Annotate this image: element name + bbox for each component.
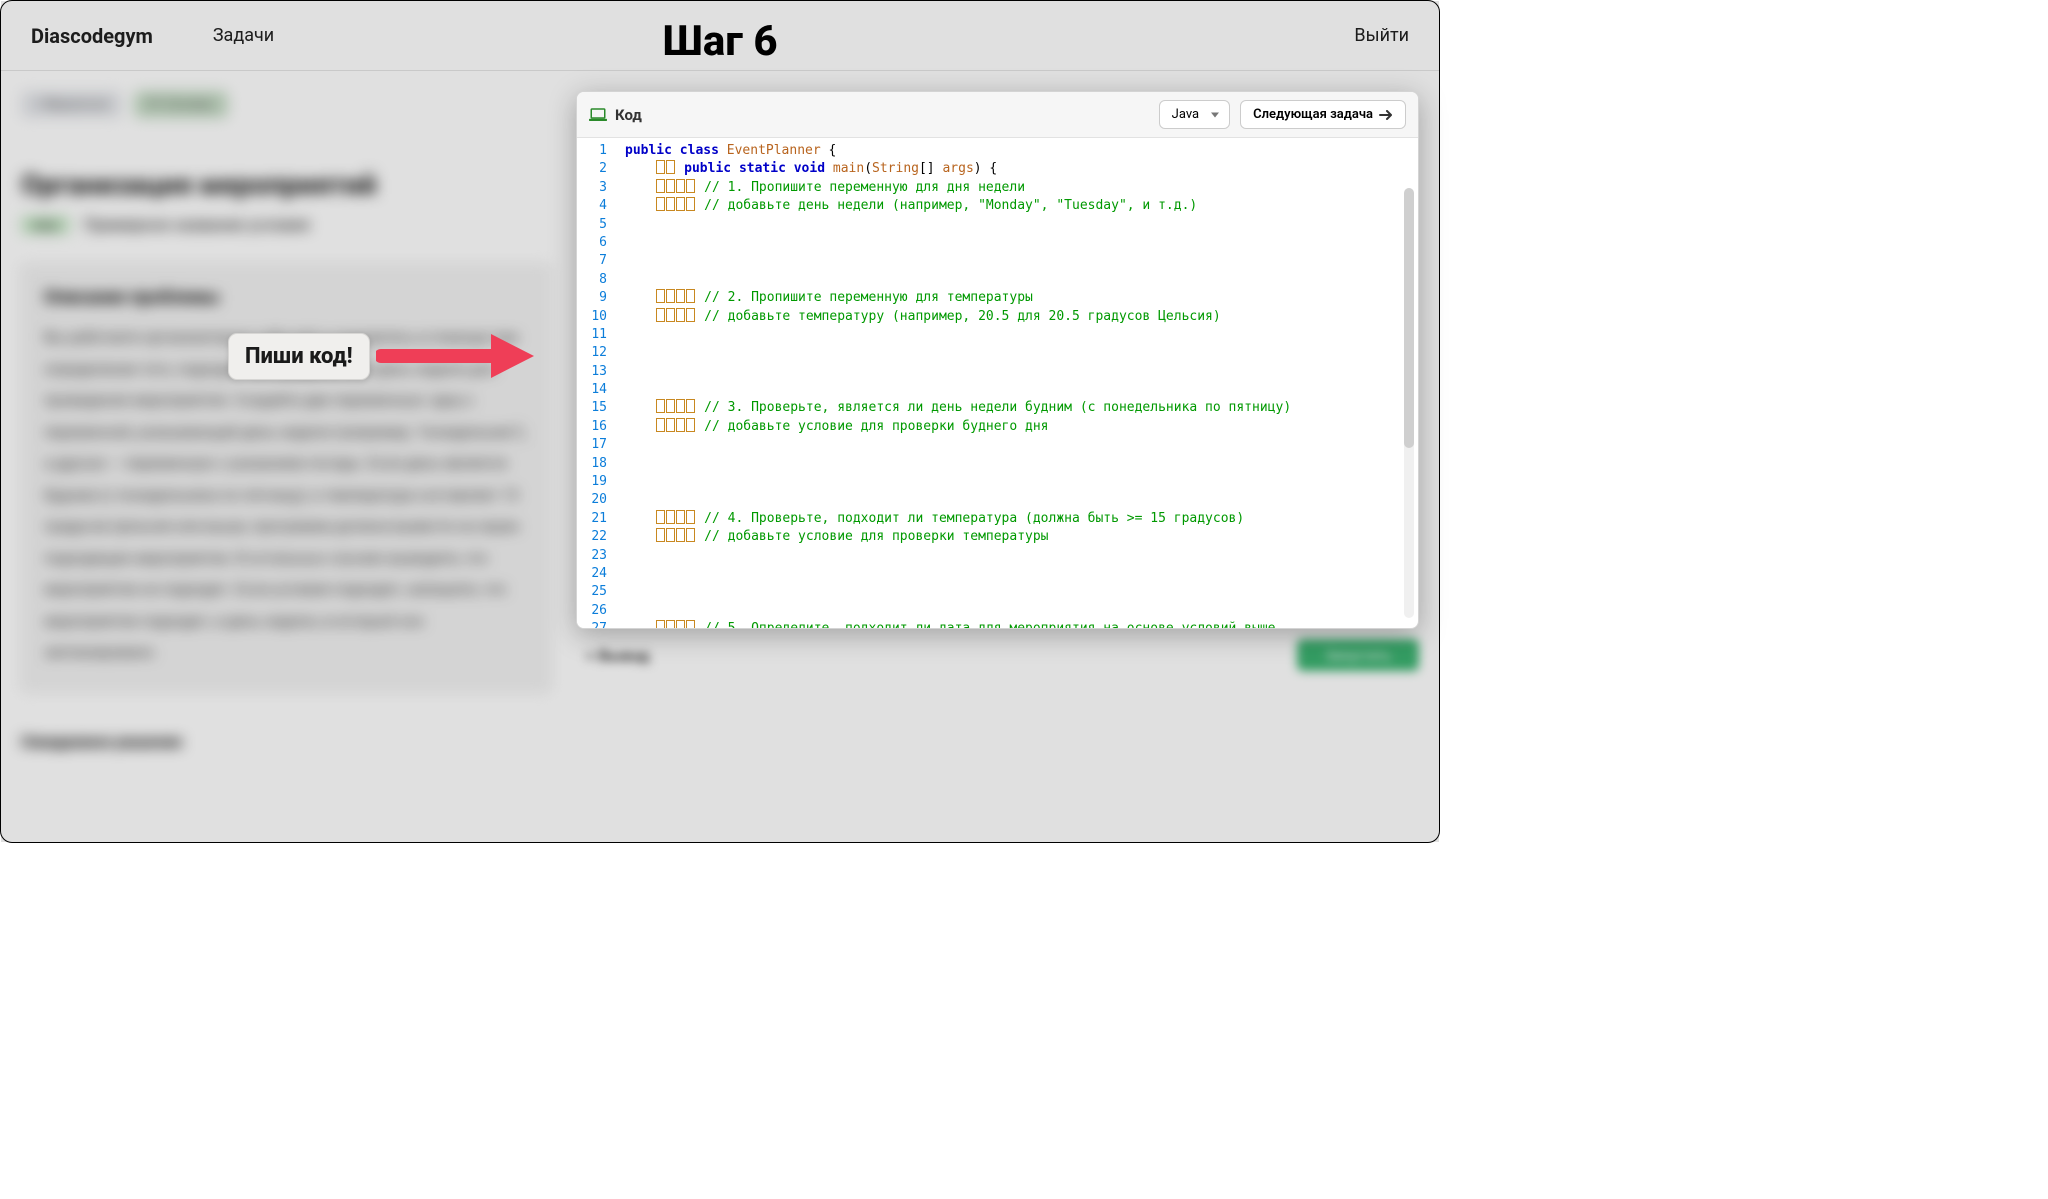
brand: Diascodegym — [31, 24, 153, 48]
laptop-icon — [589, 108, 607, 122]
expected-heading: Ожидаемое решение — [21, 732, 551, 751]
problem-subtitle: Примерное название условия — [84, 215, 310, 234]
code-lines[interactable]: public class EventPlanner { public stati… — [617, 138, 1418, 628]
nav-tasks-link[interactable]: Задачи — [213, 25, 274, 46]
next-task-button[interactable]: Следующая задача — [1240, 100, 1406, 129]
problem-panel: < Вернуться 01 Основы Организация меропр… — [1, 71, 571, 842]
code-header: Код Java Следующая задача — [577, 92, 1418, 138]
language-value: Java — [1172, 107, 1199, 122]
step-title: Шаг 6 — [662, 17, 777, 66]
tutorial-callout: Пиши код! — [228, 326, 541, 386]
code-editor[interactable]: 1234567891011121314151617181920212223242… — [577, 138, 1418, 628]
logout-link[interactable]: Выйти — [1354, 25, 1409, 46]
breadcrumb-section[interactable]: 01 Основы — [134, 91, 228, 118]
description-heading: Описание проблемы — [44, 287, 528, 308]
output-label: > Вывод — [586, 646, 649, 665]
code-panel-label: Код — [615, 106, 642, 124]
run-button[interactable]: Запустить — [1297, 639, 1419, 671]
next-task-label: Следующая задача — [1253, 107, 1373, 122]
breadcrumb-back[interactable]: < Вернуться — [21, 91, 122, 118]
callout-bubble: Пиши код! — [228, 333, 370, 380]
arrow-right-icon — [1379, 110, 1393, 120]
code-panel: Код Java Следующая задача 12345678910111… — [576, 91, 1419, 629]
language-select[interactable]: Java — [1159, 100, 1230, 129]
problem-title: Организация мероприятий — [21, 168, 551, 201]
scrollbar[interactable] — [1404, 188, 1414, 618]
arrow-right-icon — [376, 326, 541, 386]
difficulty-badge: easy — [21, 216, 70, 234]
line-gutter: 1234567891011121314151617181920212223242… — [577, 138, 617, 628]
output-row: > Вывод Запустить — [576, 639, 1419, 671]
